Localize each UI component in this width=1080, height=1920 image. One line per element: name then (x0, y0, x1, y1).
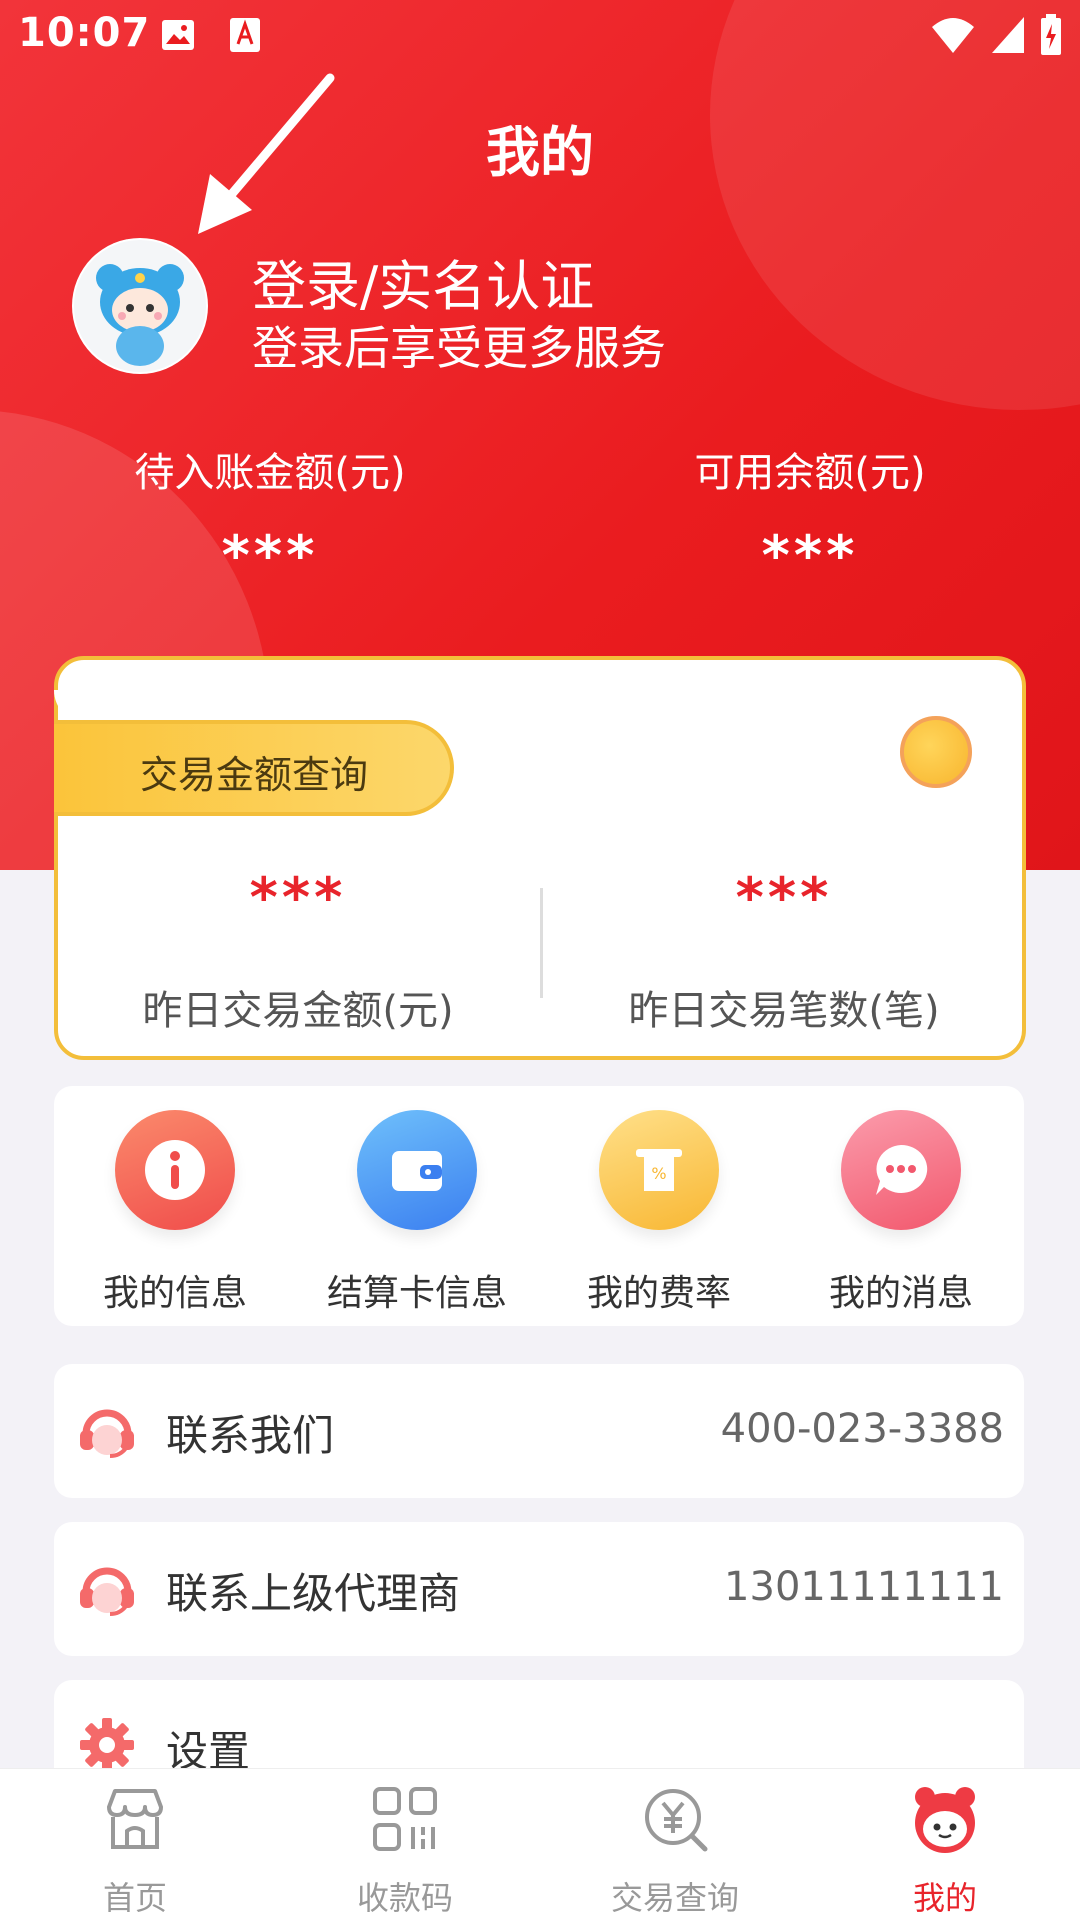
status-time: 10:07 (18, 10, 151, 56)
signal-icon (992, 17, 1024, 53)
pending-amount-value: *** (221, 524, 319, 587)
headset-icon (80, 1409, 134, 1458)
tab-label: 首页 (102, 1879, 167, 1917)
battery-icon (1041, 14, 1061, 55)
contact-us-row[interactable]: 联系我们 400-023-3388 (54, 1364, 1024, 1498)
my-rate-button[interactable]: % 我的费率 (538, 1110, 780, 1316)
my-messages-button[interactable]: 我的消息 (780, 1110, 1022, 1316)
contact-agent-label: 联系上级代理商 (166, 1569, 461, 1618)
tab-mine[interactable]: 我的 (810, 1783, 1080, 1919)
gear-icon (80, 1718, 134, 1772)
page-title: 我的 (486, 121, 594, 184)
quick-action-label: 结算卡信息 (326, 1273, 507, 1314)
bottom-tab-bar: 首页 收款码 交易查询 我的 (0, 1768, 1080, 1920)
status-bar: 10:07 (0, 0, 1080, 72)
mascot-icon (915, 1785, 975, 1853)
tab-label: 收款码 (356, 1879, 453, 1917)
yesterday-amount-label: 昨日交易金额(元) (142, 988, 454, 1034)
tab-notch (54, 690, 94, 724)
app-notification-icon (230, 18, 260, 52)
pending-amount-label: 待入账金额(元) (134, 450, 406, 496)
login-title[interactable]: 登录/实名认证 (252, 242, 594, 321)
available-balance-value: *** (761, 524, 859, 587)
store-icon (107, 1789, 163, 1849)
contact-us-label: 联系我们 (166, 1411, 335, 1460)
yesterday-count-label: 昨日交易笔数(笔) (628, 988, 940, 1034)
arrow-annotation (198, 73, 335, 234)
tab-qr-code[interactable]: 收款码 (270, 1783, 540, 1919)
tab-transaction-query[interactable]: 交易查询 (540, 1783, 810, 1919)
yesterday-count-value: *** (735, 866, 833, 929)
trade-query-card: 交易金额查询 *** 昨日交易金额(元) *** 昨日交易笔数(笔) (54, 656, 1026, 1060)
visibility-toggle[interactable] (900, 716, 972, 788)
tab-home[interactable]: 首页 (0, 1783, 270, 1919)
tab-label: 我的 (912, 1879, 977, 1917)
qr-code-icon (373, 1787, 437, 1851)
contact-us-phone: 400-023-3388 (720, 1406, 1004, 1452)
mascot-avatar-icon (74, 240, 206, 372)
quick-action-label: 我的费率 (586, 1273, 731, 1314)
yesterday-amount-value: *** (249, 866, 347, 929)
contact-agent-phone: 13011111111 (724, 1564, 1004, 1610)
avatar[interactable] (72, 238, 208, 374)
status-icons (930, 14, 1062, 56)
trade-query-tab-label: 交易金额查询 (140, 753, 369, 797)
image-notification-icon (162, 20, 194, 50)
tab-label: 交易查询 (610, 1879, 739, 1917)
wallet-icon (357, 1110, 477, 1230)
my-info-button[interactable]: 我的信息 (54, 1110, 296, 1316)
message-icon (841, 1110, 961, 1230)
info-icon (115, 1110, 235, 1230)
svg-text:%: % (651, 1164, 666, 1183)
quick-action-label: 我的信息 (102, 1273, 247, 1314)
headset-icon (80, 1567, 134, 1616)
yuan-search-icon (645, 1789, 708, 1852)
divider (540, 888, 543, 998)
rate-icon: % (599, 1110, 719, 1230)
settlement-card-button[interactable]: 结算卡信息 (296, 1110, 538, 1316)
quick-action-label: 我的消息 (828, 1273, 973, 1314)
quick-actions: 我的信息 结算卡信息 % 我的费率 我的消息 (54, 1086, 1024, 1326)
contact-agent-row[interactable]: 联系上级代理商 13011111111 (54, 1522, 1024, 1656)
available-balance-label: 可用余额(元) (694, 450, 926, 496)
wifi-icon (932, 18, 974, 53)
login-subtitle: 登录后享受更多服务 (252, 321, 666, 375)
